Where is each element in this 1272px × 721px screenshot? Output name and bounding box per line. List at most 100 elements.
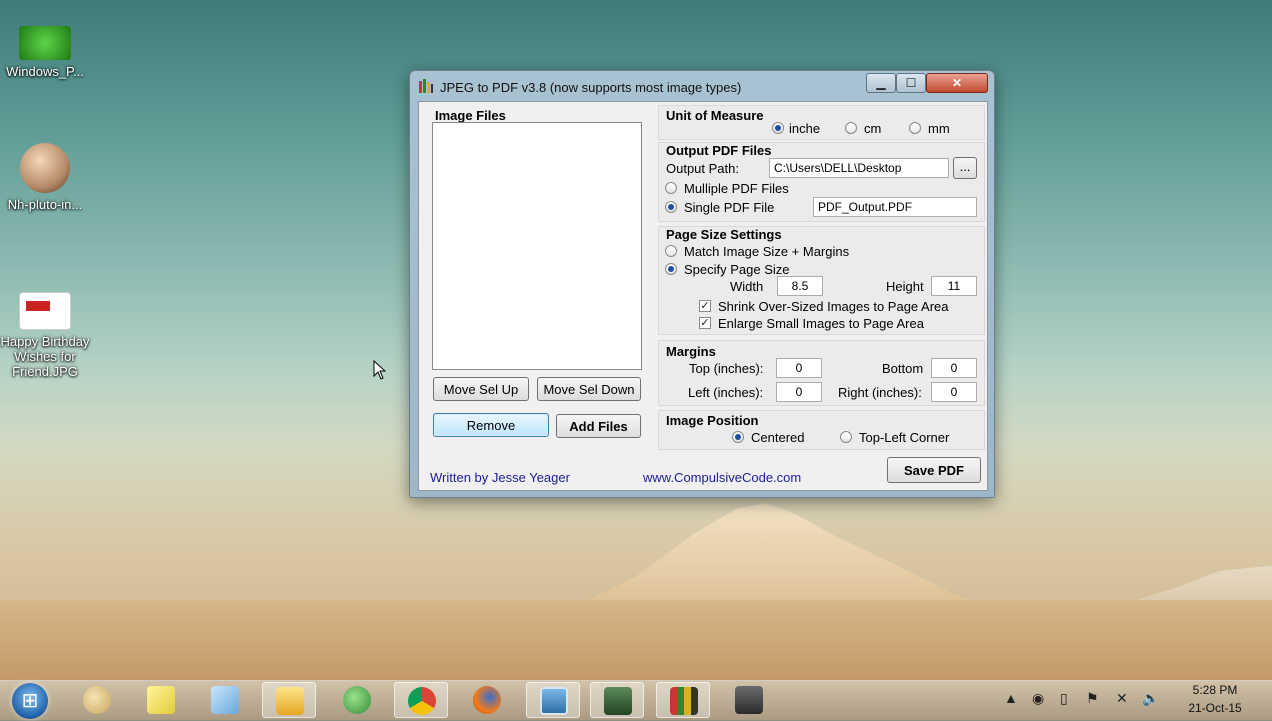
width-field[interactable]: 8.5	[777, 276, 823, 296]
single-pdf-name-field[interactable]: PDF_Output.PDF	[813, 197, 977, 217]
multiple-pdf-label[interactable]: Mulliple PDF Files	[684, 181, 789, 196]
window-client-area: Image Files Move Sel Up Move Sel Down Re…	[418, 101, 988, 491]
jpeg-to-pdf-app-icon	[418, 78, 434, 94]
unit-inche-label[interactable]: inche	[789, 121, 820, 136]
desktop-icon-birthday[interactable]: Happy Birthday Wishes for Friend.JPG	[0, 292, 90, 379]
taskbar-file-explorer[interactable]	[262, 682, 316, 718]
page-size-label: Page Size Settings	[666, 227, 782, 242]
minimize-button[interactable]: ▁	[866, 73, 896, 93]
save-pdf-button[interactable]: Save PDF	[887, 457, 981, 483]
window-title: JPEG to PDF v3.8 (now supports most imag…	[440, 80, 742, 95]
image-files-label: Image Files	[435, 108, 506, 123]
bottom-margin-field[interactable]: 0	[931, 358, 977, 378]
centered-radio[interactable]	[732, 431, 744, 443]
jpeg-to-pdf-icon	[670, 687, 698, 715]
image-files-list[interactable]	[432, 122, 642, 370]
specify-page-size-label[interactable]: Specify Page Size	[684, 262, 790, 277]
chrome-icon	[408, 687, 436, 715]
start-button[interactable]	[12, 683, 48, 719]
taskbar-paint[interactable]	[70, 682, 124, 718]
paint-icon	[83, 686, 111, 714]
enlarge-images-label[interactable]: Enlarge Small Images to Page Area	[718, 316, 924, 331]
top-margin-field[interactable]: 0	[776, 358, 822, 378]
maximize-button[interactable]: ☐	[896, 73, 926, 93]
window-titlebar[interactable]: JPEG to PDF v3.8 (now supports most imag…	[410, 71, 994, 101]
taskbar-photo-viewer[interactable]	[526, 682, 580, 718]
right-margin-label: Right (inches):	[838, 385, 922, 400]
desktop-icon-pluto[interactable]: Nh-pluto-in...	[0, 143, 90, 212]
output-pdf-label: Output PDF Files	[666, 143, 772, 158]
single-pdf-radio[interactable]	[665, 201, 677, 213]
taskbar-jpeg-to-pdf[interactable]	[656, 682, 710, 718]
output-path-field[interactable]: C:\Users\DELL\Desktop	[769, 158, 949, 178]
birthday-image-icon	[19, 292, 71, 330]
shrink-images-checkbox[interactable]: ✓	[699, 300, 711, 312]
sticky-notes-icon	[147, 686, 175, 714]
shrink-images-label[interactable]: Shrink Over-Sized Images to Page Area	[718, 299, 949, 314]
app-icon	[735, 686, 763, 714]
firefox-icon	[473, 686, 501, 714]
tray-flag-icon[interactable]: ⚑	[1086, 690, 1099, 707]
desktop-icon-label: Windows_P...	[6, 64, 84, 79]
pluto-image-icon	[20, 143, 70, 193]
close-button[interactable]: ✕	[926, 73, 988, 93]
output-path-label: Output Path:	[666, 161, 739, 176]
desktop-icon-windows-p[interactable]: Windows_P...	[0, 26, 90, 79]
move-sel-up-button[interactable]: Move Sel Up	[433, 377, 529, 401]
tray-network-icon[interactable]: ◉	[1032, 690, 1044, 707]
taskbar-sticky-notes[interactable]	[134, 682, 188, 718]
single-pdf-label[interactable]: Single PDF File	[684, 200, 774, 215]
desktop-icon-label: Happy Birthday Wishes for Friend.JPG	[0, 334, 90, 379]
taskbar-chrome[interactable]	[394, 682, 448, 718]
match-image-size-label[interactable]: Match Image Size + Margins	[684, 244, 849, 259]
browse-button[interactable]: ...	[953, 157, 977, 179]
unit-inche-radio[interactable]	[772, 122, 784, 134]
unit-cm-radio[interactable]	[845, 122, 857, 134]
height-label: Height	[886, 279, 924, 294]
centered-label[interactable]: Centered	[751, 430, 804, 445]
excel-icon	[604, 687, 632, 715]
height-field[interactable]: 11	[931, 276, 977, 296]
margins-label: Margins	[666, 344, 716, 359]
taskbar-excel[interactable]	[590, 682, 644, 718]
photo-viewer-icon	[540, 687, 568, 715]
author-link[interactable]: Written by Jesse Yeager	[430, 470, 570, 485]
move-sel-down-button[interactable]: Move Sel Down	[537, 377, 641, 401]
tray-connection-icon[interactable]: ✕	[1116, 690, 1128, 707]
notepad-icon	[211, 686, 239, 714]
right-margin-field[interactable]: 0	[931, 382, 977, 402]
folder-icon	[276, 687, 304, 715]
tray-device-icon[interactable]: ▯	[1060, 690, 1068, 707]
unit-mm-label[interactable]: mm	[928, 121, 950, 136]
taskbar-firefox[interactable]	[460, 682, 514, 718]
clock-time: 5:28 PM	[1192, 683, 1238, 697]
tray-expand-icon[interactable]: ▲	[1004, 690, 1018, 706]
enlarge-images-checkbox[interactable]: ✓	[699, 317, 711, 329]
jpeg-to-pdf-window: JPEG to PDF v3.8 (now supports most imag…	[409, 70, 995, 498]
taskbar-network[interactable]	[330, 682, 384, 718]
image-position-label: Image Position	[666, 413, 759, 428]
top-left-corner-label[interactable]: Top-Left Corner	[859, 430, 949, 445]
taskbar-app[interactable]	[722, 682, 776, 718]
top-margin-label: Top (inches):	[689, 361, 764, 376]
unit-cm-label[interactable]: cm	[864, 121, 881, 136]
match-image-size-radio[interactable]	[665, 245, 677, 257]
left-margin-label: Left (inches):	[688, 385, 764, 400]
top-left-corner-radio[interactable]	[840, 431, 852, 443]
unit-of-measure-label: Unit of Measure	[666, 108, 764, 123]
clock-date: 21-Oct-15	[1188, 701, 1242, 715]
remove-button[interactable]: Remove	[433, 413, 549, 437]
left-margin-field[interactable]: 0	[776, 382, 822, 402]
taskbar-notepad[interactable]	[198, 682, 252, 718]
multiple-pdf-radio[interactable]	[665, 182, 677, 194]
add-files-button[interactable]: Add Files	[556, 414, 641, 438]
website-link[interactable]: www.CompulsiveCode.com	[643, 470, 801, 485]
desktop-icon-label: Nh-pluto-in...	[7, 197, 83, 212]
taskbar-clock[interactable]: 5:28 PM 21-Oct-15	[1180, 681, 1250, 717]
bottom-margin-label: Bottom	[882, 361, 924, 376]
tray-volume-icon[interactable]: 🔈	[1142, 690, 1159, 707]
width-label: Width	[730, 279, 764, 294]
specify-page-size-radio[interactable]	[665, 263, 677, 275]
windows-file-icon	[19, 26, 71, 60]
unit-mm-radio[interactable]	[909, 122, 921, 134]
